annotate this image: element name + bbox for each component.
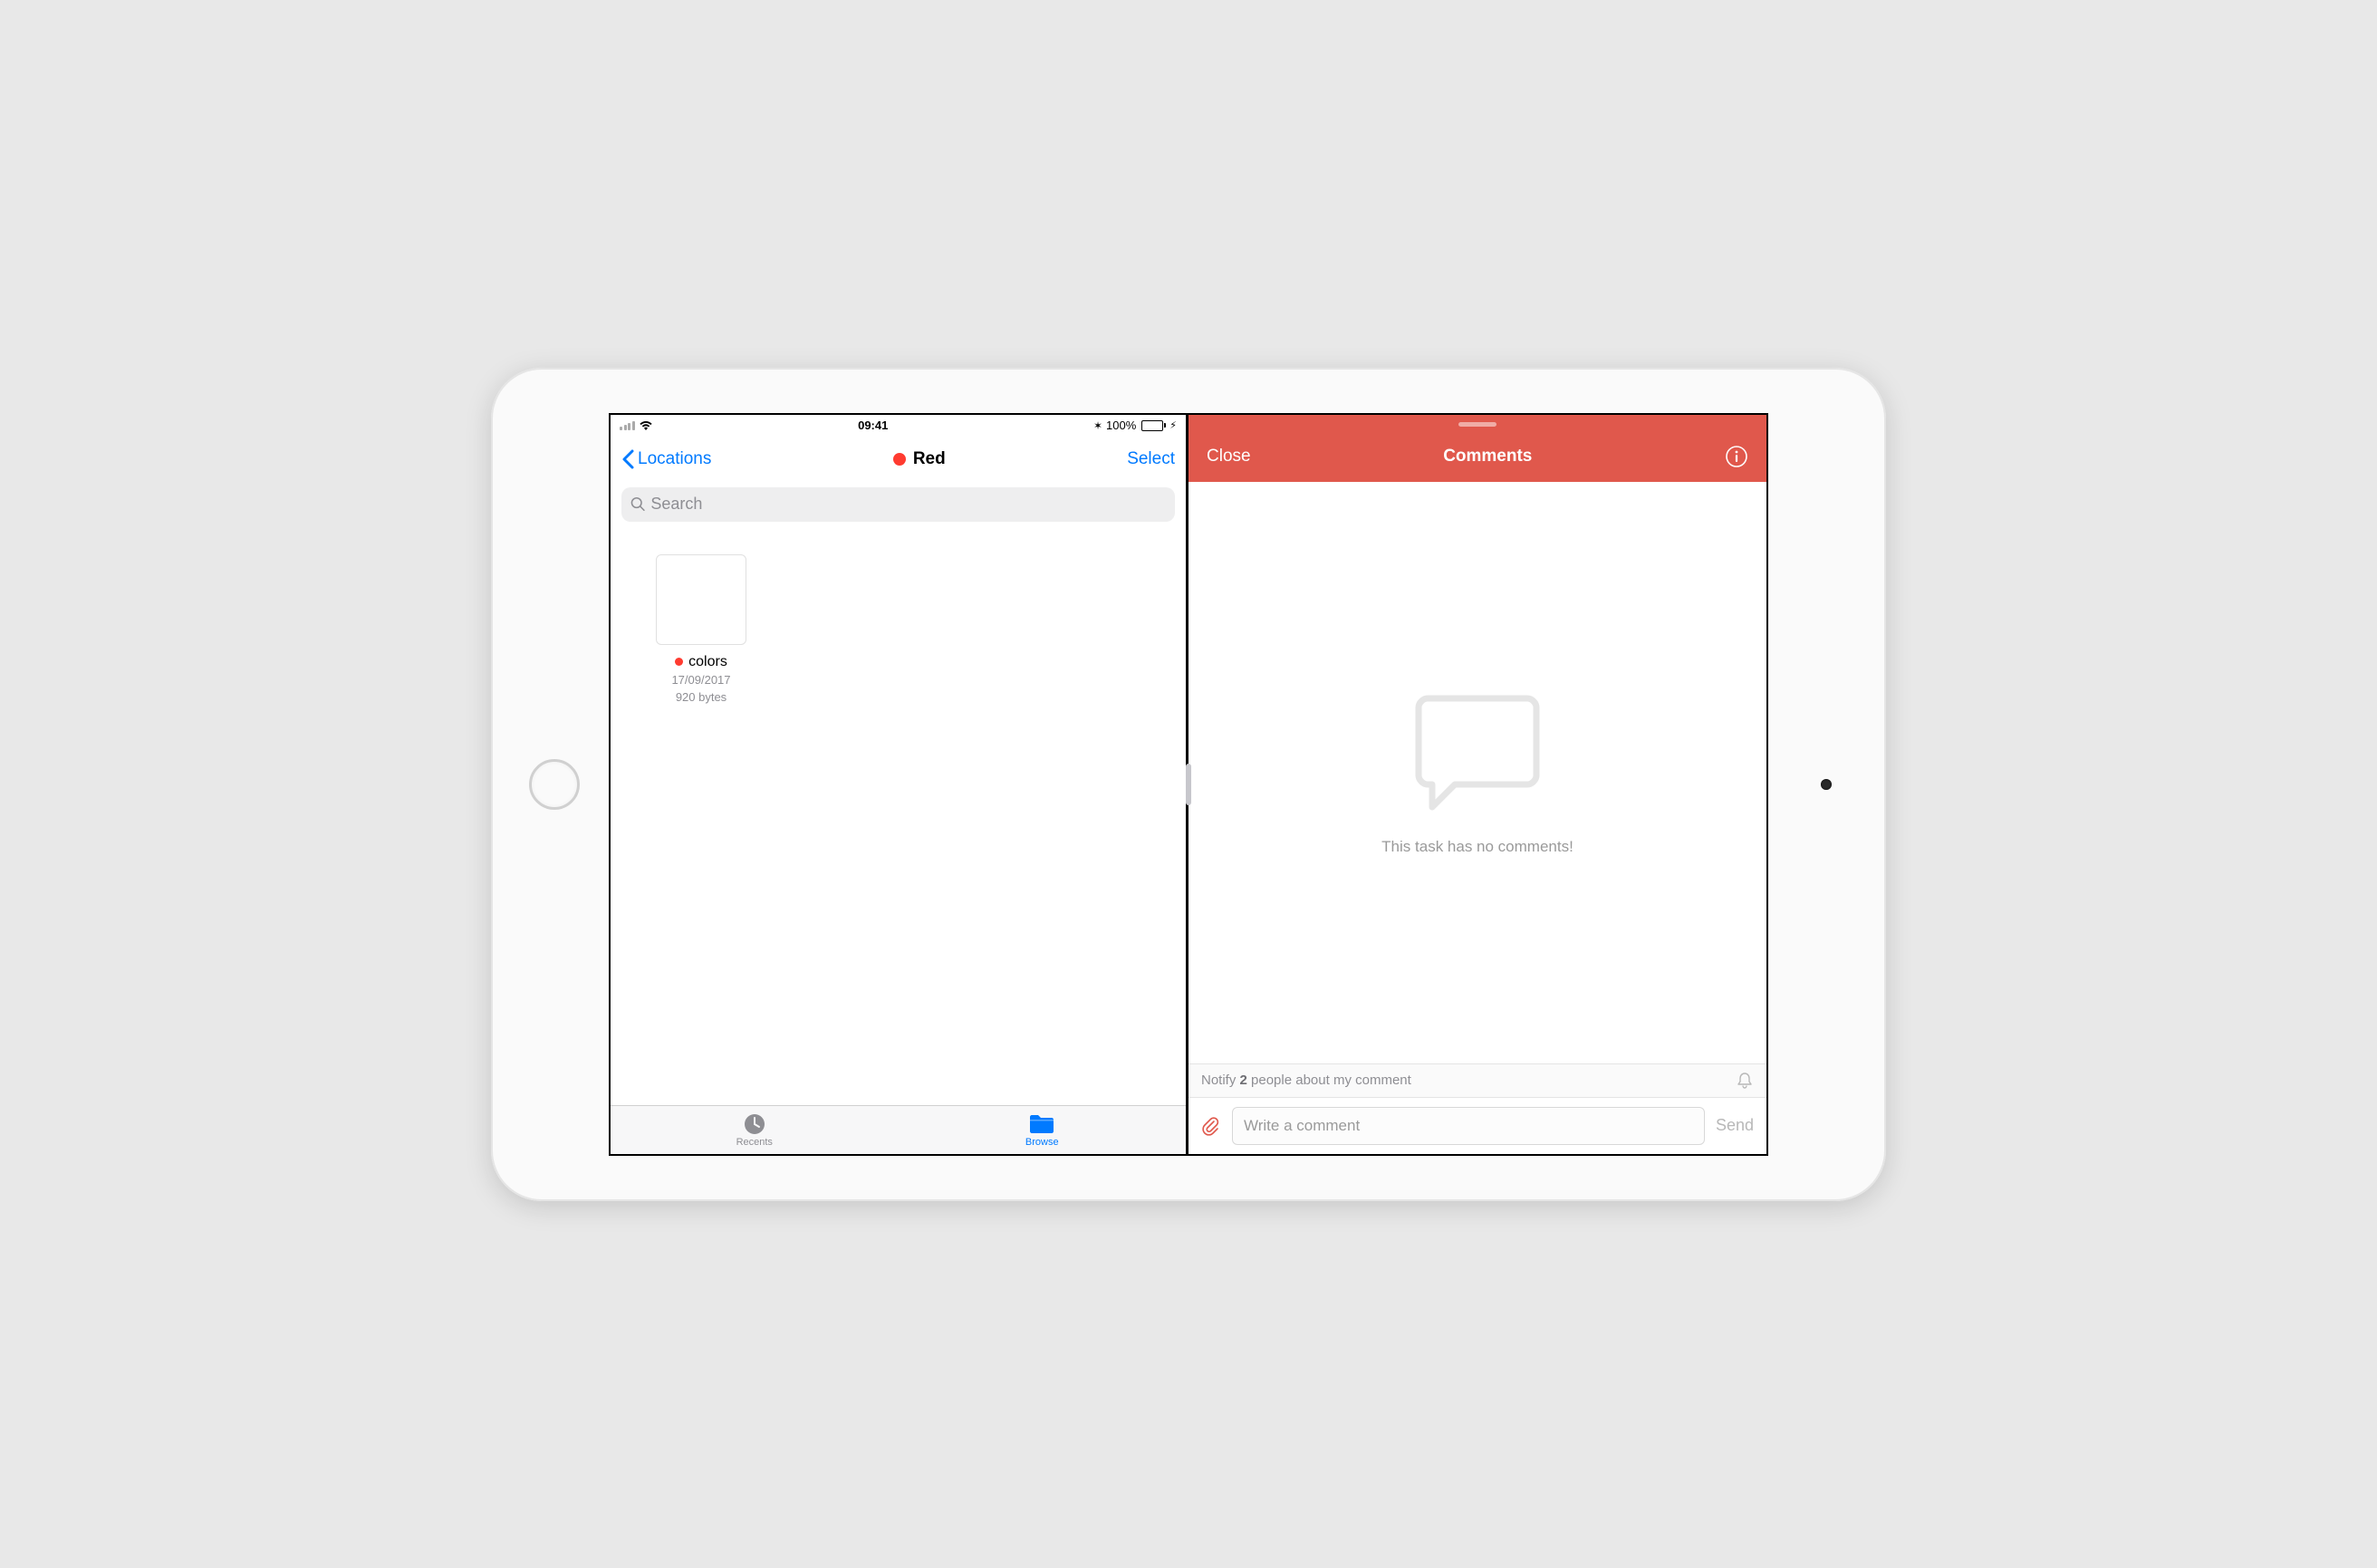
back-label: Locations	[638, 449, 711, 469]
comment-input[interactable]	[1232, 1107, 1705, 1145]
title-text: Red	[913, 449, 946, 469]
comment-field[interactable]	[1244, 1117, 1693, 1135]
tag-color-dot	[675, 658, 683, 666]
search-input[interactable]	[621, 487, 1175, 522]
bluetooth-icon: ✶	[1093, 419, 1102, 432]
front-camera	[1821, 779, 1832, 790]
clock-icon	[743, 1112, 766, 1136]
todoist-app: Close Comments This task has no comments…	[1188, 415, 1766, 1154]
cellular-signal-icon	[620, 421, 635, 430]
tab-bar: Recents Browse	[611, 1105, 1186, 1154]
home-button[interactable]	[529, 759, 580, 810]
file-thumbnail	[656, 554, 746, 645]
status-bar: 09:41 ✶ 100% ⚡︎	[611, 415, 1186, 437]
screen: 09:41 ✶ 100% ⚡︎ Locations	[609, 413, 1768, 1156]
file-size: 920 bytes	[647, 690, 755, 706]
info-icon	[1725, 445, 1748, 468]
battery-percent: 100%	[1106, 418, 1136, 432]
close-button[interactable]: Close	[1207, 447, 1251, 467]
speech-bubble-icon	[1410, 689, 1545, 816]
file-date: 17/09/2017	[647, 673, 755, 688]
tab-browse[interactable]: Browse	[899, 1106, 1187, 1154]
nav-bar: Locations Red Select	[611, 437, 1186, 482]
attachment-button[interactable]	[1201, 1116, 1221, 1136]
search-field[interactable]	[650, 495, 1166, 514]
paperclip-icon	[1201, 1116, 1221, 1136]
file-grid: colors 17/09/2017 920 bytes	[611, 527, 1186, 1105]
tab-label: Browse	[1025, 1137, 1059, 1148]
page-title: Red	[893, 449, 946, 469]
info-button[interactable]	[1725, 445, 1748, 468]
header-title: Comments	[1443, 447, 1532, 467]
back-button[interactable]: Locations	[621, 449, 711, 469]
notify-text: Notify 2 people about my comment	[1201, 1073, 1411, 1088]
battery-icon	[1140, 420, 1166, 431]
tab-label: Recents	[736, 1137, 773, 1148]
chevron-left-icon	[621, 449, 634, 469]
folder-icon	[1028, 1112, 1055, 1136]
bell-icon	[1736, 1072, 1754, 1090]
search-icon	[630, 496, 645, 512]
sheet-drag-handle[interactable]	[1458, 422, 1496, 427]
empty-state-message: This task has no comments!	[1381, 838, 1573, 856]
send-button[interactable]: Send	[1716, 1116, 1754, 1135]
file-item-colors[interactable]: colors 17/09/2017 920 bytes	[647, 554, 755, 707]
compose-row: Send	[1188, 1098, 1766, 1154]
files-app: 09:41 ✶ 100% ⚡︎ Locations	[611, 415, 1188, 1154]
ipad-device-frame: 09:41 ✶ 100% ⚡︎ Locations	[491, 368, 1886, 1201]
status-time: 09:41	[858, 418, 888, 432]
split-view-handle[interactable]	[1186, 764, 1191, 805]
comments-body: This task has no comments!	[1188, 482, 1766, 1063]
wifi-icon	[639, 420, 653, 431]
charging-icon: ⚡︎	[1169, 419, 1177, 431]
select-button[interactable]: Select	[1127, 449, 1175, 469]
comments-header: Close Comments	[1188, 415, 1766, 482]
file-name: colors	[688, 654, 727, 670]
tab-recents[interactable]: Recents	[611, 1106, 899, 1154]
notify-row[interactable]: Notify 2 people about my comment	[1188, 1063, 1766, 1098]
tag-color-dot	[893, 453, 906, 466]
